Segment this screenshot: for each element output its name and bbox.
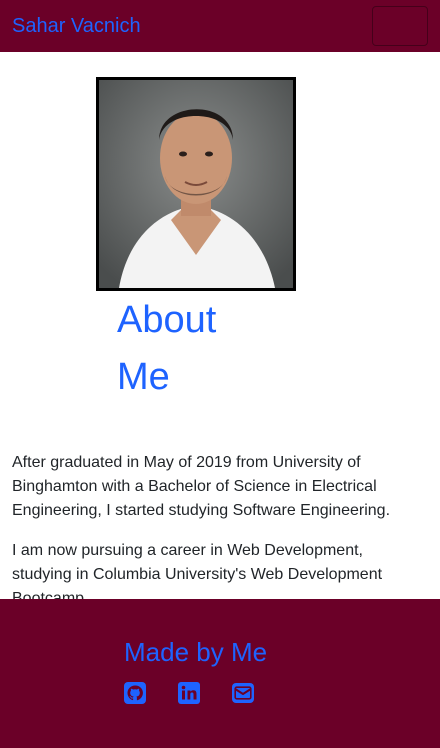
- email-icon[interactable]: [231, 681, 255, 705]
- about-section: About Me After graduated in May of 2019 …: [0, 52, 440, 599]
- footer-title: Made by Me: [124, 637, 268, 667]
- menu-toggle-button[interactable]: [372, 6, 428, 46]
- github-icon[interactable]: [123, 681, 147, 705]
- footer: Made by Me: [0, 599, 440, 748]
- brand-link[interactable]: Sahar Vacnich: [12, 16, 141, 36]
- linkedin-icon[interactable]: [177, 681, 201, 705]
- bio-paragraph: After graduated in May of 2019 from Univ…: [12, 454, 391, 519]
- navbar: Sahar Vacnich: [0, 0, 440, 52]
- about-heading: About Me: [117, 299, 217, 398]
- bio-paragraph: I am now pursuing a career in Web Develo…: [12, 542, 383, 599]
- profile-photo: [96, 77, 296, 291]
- bio-text: After graduated in May of 2019 from Univ…: [12, 451, 412, 599]
- social-links: [123, 681, 255, 705]
